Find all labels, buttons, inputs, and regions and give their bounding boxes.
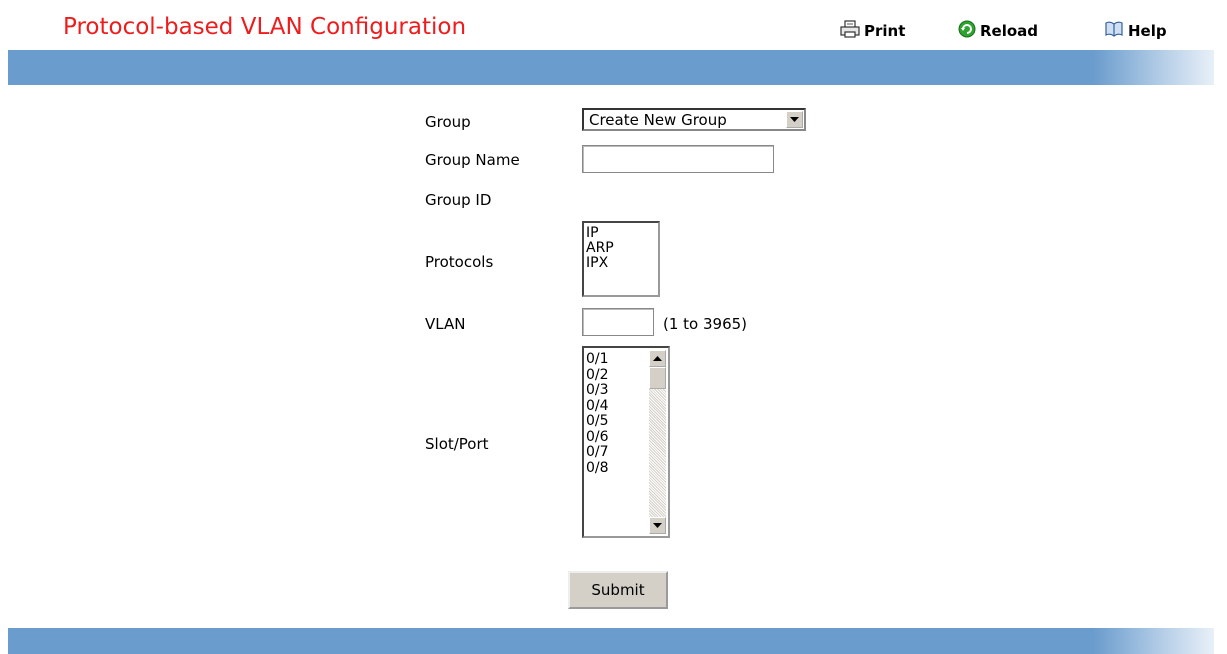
print-label: Print (864, 22, 906, 40)
printer-icon (840, 20, 864, 42)
protocol-option[interactable]: IPX (586, 256, 658, 271)
scrollbar-thumb[interactable] (649, 367, 666, 389)
group-label: Group (425, 113, 471, 131)
vlan-label: VLAN (425, 315, 466, 333)
group-select[interactable]: Create New Group (582, 108, 806, 131)
group-name-field[interactable] (582, 145, 774, 173)
slot-port-option[interactable]: 0/7 (586, 445, 609, 461)
print-button[interactable]: Print (840, 20, 905, 42)
scroll-up-icon[interactable] (649, 350, 666, 367)
protocol-option[interactable]: ARP (586, 241, 658, 256)
help-label: Help (1128, 22, 1167, 40)
page-title: Protocol-based VLAN Configuration (63, 14, 467, 40)
reload-label: Reload (980, 22, 1039, 40)
slot-port-option[interactable]: 0/8 (586, 460, 609, 477)
vlan-field[interactable] (582, 308, 654, 336)
protocols-listbox[interactable]: IP ARP IPX (582, 221, 660, 297)
protocols-label: Protocols (425, 253, 494, 271)
book-icon (1104, 20, 1128, 42)
slot-port-option[interactable]: 0/6 (586, 429, 609, 446)
slot-port-label: Slot/Port (425, 435, 489, 453)
submit-button[interactable]: Submit (568, 571, 668, 609)
vlan-range-hint: (1 to 3965) (663, 315, 748, 333)
slot-port-listbox[interactable]: 0/1 0/2 0/3 0/4 0/5 0/6 0/7 0/8 (582, 346, 670, 538)
group-name-label: Group Name (425, 151, 520, 169)
slot-port-option[interactable]: 0/5 (586, 414, 609, 430)
scroll-down-icon[interactable] (649, 517, 666, 534)
slot-port-option[interactable]: 0/2 (586, 367, 609, 384)
slot-port-option[interactable]: 0/4 (586, 398, 609, 415)
group-select-value: Create New Group (589, 110, 727, 129)
chevron-down-icon[interactable] (786, 111, 803, 128)
group-id-label: Group ID (425, 191, 492, 209)
top-banner-bar (8, 50, 1214, 85)
reload-button[interactable]: Reload (958, 20, 1038, 42)
reload-icon (958, 20, 980, 42)
bottom-banner-bar (8, 628, 1214, 654)
help-button[interactable]: Help (1104, 20, 1167, 42)
page-header: Protocol-based VLAN Configuration Print … (8, 8, 1214, 50)
vertical-scrollbar[interactable] (649, 350, 666, 534)
slot-port-option[interactable]: 0/1 (586, 352, 609, 368)
protocol-option[interactable]: IP (586, 226, 658, 241)
slot-port-option[interactable]: 0/3 (586, 383, 609, 399)
